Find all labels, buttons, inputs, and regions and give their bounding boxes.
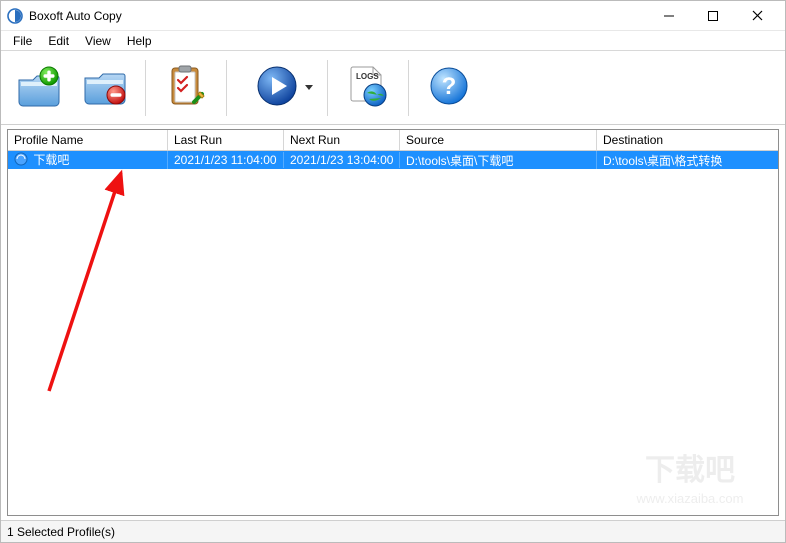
menu-edit[interactable]: Edit <box>40 32 77 50</box>
menu-bar: File Edit View Help <box>1 31 785 51</box>
minimize-button[interactable] <box>647 2 691 30</box>
window-title: Boxoft Auto Copy <box>29 9 647 23</box>
run-button[interactable] <box>237 58 317 118</box>
profile-row-icon <box>14 155 31 169</box>
cell-source: D:\tools\桌面\下载吧 <box>400 151 597 170</box>
list-rows: 下载吧 2021/1/23 11:04:00 2021/1/23 13:04:0… <box>8 151 778 515</box>
column-header-next-run[interactable]: Next Run <box>284 130 400 150</box>
app-icon <box>7 8 23 24</box>
close-button[interactable] <box>735 2 779 30</box>
column-header-profile-name[interactable]: Profile Name <box>8 130 168 150</box>
toolbar: LOGS <box>1 51 785 125</box>
run-play-icon <box>255 64 299 111</box>
folder-remove-icon <box>81 64 129 111</box>
window-controls <box>647 2 779 30</box>
column-header-last-run[interactable]: Last Run <box>168 130 284 150</box>
folder-add-icon <box>15 64 63 111</box>
help-question-icon: ? <box>428 65 470 110</box>
menu-view[interactable]: View <box>77 32 119 50</box>
cell-destination: D:\tools\桌面\格式转换 <box>597 151 778 170</box>
chevron-down-icon[interactable] <box>305 81 313 95</box>
logs-button[interactable]: LOGS <box>338 58 398 118</box>
edit-profile-button[interactable] <box>156 58 216 118</box>
toolbar-separator <box>145 60 146 116</box>
app-window: Boxoft Auto Copy File Edit View Help <box>0 0 786 543</box>
svg-text:LOGS: LOGS <box>356 72 379 81</box>
maximize-button[interactable] <box>691 2 735 30</box>
delete-profile-button[interactable] <box>75 58 135 118</box>
new-profile-button[interactable] <box>9 58 69 118</box>
status-text: 1 Selected Profile(s) <box>7 525 115 539</box>
title-bar: Boxoft Auto Copy <box>1 1 785 31</box>
toolbar-separator <box>226 60 227 116</box>
cell-last-run: 2021/1/23 11:04:00 <box>168 152 284 168</box>
cell-profile-name: 下载吧 <box>33 153 69 167</box>
toolbar-separator <box>408 60 409 116</box>
logs-world-icon: LOGS <box>345 63 391 112</box>
column-header-destination[interactable]: Destination <box>597 130 778 150</box>
profile-list[interactable]: Profile Name Last Run Next Run Source De… <box>7 129 779 516</box>
cell-next-run: 2021/1/23 13:04:00 <box>284 152 400 168</box>
column-header-row: Profile Name Last Run Next Run Source De… <box>8 130 778 151</box>
column-header-source[interactable]: Source <box>400 130 597 150</box>
status-bar: 1 Selected Profile(s) <box>1 520 785 542</box>
toolbar-separator <box>327 60 328 116</box>
help-button[interactable]: ? <box>419 58 479 118</box>
menu-file[interactable]: File <box>5 32 40 50</box>
table-row[interactable]: 下载吧 2021/1/23 11:04:00 2021/1/23 13:04:0… <box>8 151 778 169</box>
clipboard-check-icon <box>164 62 208 113</box>
menu-help[interactable]: Help <box>119 32 160 50</box>
svg-text:?: ? <box>442 73 457 100</box>
